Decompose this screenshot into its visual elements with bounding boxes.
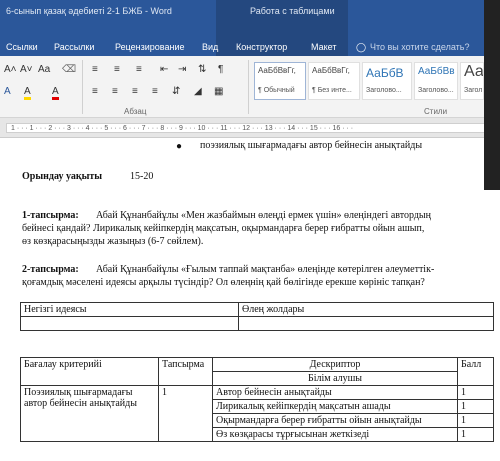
task2-line: Абай Құнанбайұлы «Ғылым таппай мақтанба»…	[96, 264, 435, 275]
style-name: ¶ Обычный	[258, 87, 295, 94]
sub-header[interactable]: Білім алушы	[212, 371, 458, 386]
time-label: Орындау уақыты	[22, 171, 103, 182]
style-sample: Аа	[464, 63, 484, 80]
score-cell[interactable]: 1	[457, 413, 494, 428]
tab-layout[interactable]: Макет	[311, 42, 336, 52]
style-heading1[interactable]: АаБбВ Заголово...	[362, 62, 412, 100]
style-name: Заголово...	[366, 87, 402, 94]
style-sample: АаБбВвГг,	[312, 66, 350, 75]
header-score[interactable]: Балл	[457, 357, 494, 386]
align-center-icon[interactable]: ≡	[112, 86, 118, 97]
criterion-cell[interactable]: Поэзиялық шығармадағы автор бейнесін аны…	[20, 385, 159, 442]
context-title: Работа с таблицами	[250, 6, 335, 16]
table-cell[interactable]	[20, 316, 239, 331]
font-shrink-icon[interactable]: A˅	[20, 64, 33, 75]
bullets-icon[interactable]: ≡	[92, 64, 98, 75]
score-cell[interactable]: 1	[457, 385, 494, 400]
group-label-paragraph: Абзац	[124, 107, 147, 116]
header-task[interactable]: Тапсырма	[158, 357, 213, 386]
style-no-spacing[interactable]: АаБбВвГг, ¶ Без инте...	[308, 62, 360, 100]
ribbon-tabs: Ссылки Рассылки Рецензирование Вид Конст…	[0, 38, 500, 56]
style-sample: АаБбВвГг,	[258, 66, 296, 75]
divider	[248, 60, 249, 114]
increase-indent-icon[interactable]: ⇥	[178, 64, 186, 75]
style-normal[interactable]: АаБбВвГг, ¶ Обычный	[254, 62, 306, 100]
score-cell[interactable]: 1	[457, 427, 494, 442]
bullet-text: поэзиялық шығармадағы автор бейнесін аны…	[200, 140, 423, 151]
highlight-icon[interactable]: A	[24, 86, 31, 100]
lightbulb-icon: ◯	[356, 42, 367, 52]
borders-icon[interactable]: ▦	[214, 86, 223, 97]
tab-design[interactable]: Конструктор	[236, 42, 287, 52]
style-title[interactable]: Аа Загол	[460, 62, 484, 100]
time-value: 15-20	[130, 171, 154, 182]
assessment-table: Бағалау критерийі Тапсырма Дескриптор Ба…	[20, 357, 494, 442]
ribbon: A˄ A˅ Aa ⌫ A A A ≡ ≡ ≡ ⇤ ⇥ ⇅ ¶ ≡ ≡ ≡ ≡ ⇵…	[0, 56, 500, 118]
task-number-cell[interactable]: 1	[158, 385, 213, 442]
task2-label: 2-тапсырма:	[22, 264, 79, 275]
table-header-lines[interactable]: Өлең жолдары	[238, 302, 494, 317]
task1-label: 1-тапсырма:	[22, 210, 79, 221]
descriptor-cell[interactable]: Өз көзқарасы тұрғысынан жеткізеді	[212, 427, 458, 442]
style-sample: АаБбВв	[418, 66, 455, 77]
sort-icon[interactable]: ⇅	[198, 64, 206, 75]
style-name: Загол	[464, 87, 483, 94]
descriptor-cell[interactable]: Лирикалық кейіпкердің мақсатын ашады	[212, 399, 458, 414]
text-effects-icon[interactable]: A	[4, 86, 11, 97]
context-title-area: Работа с таблицами	[216, 0, 348, 38]
task1-line: өз көзқарасыңызды жазыңыз (6-7 сөйлем).	[22, 236, 204, 247]
document-page: ● поэзиялық шығармадағы автор бейнесін а…	[0, 138, 500, 461]
align-left-icon[interactable]: ≡	[92, 86, 98, 97]
change-case-icon[interactable]: Aa	[38, 64, 50, 75]
tab-references[interactable]: Ссылки	[6, 42, 38, 52]
score-cell[interactable]: 1	[457, 399, 494, 414]
tab-review[interactable]: Рецензирование	[115, 42, 185, 52]
multilevel-list-icon[interactable]: ≡	[136, 64, 142, 75]
screen-edge	[484, 0, 500, 190]
shading-icon[interactable]: ◢	[194, 86, 202, 97]
table-row: Поэзиялық шығармадағы автор бейнесін аны…	[20, 385, 494, 442]
task1-line: Абай Құнанбайұлы «Мен жазбаймын өлеңді е…	[96, 210, 431, 221]
bullet-icon: ●	[176, 141, 183, 152]
align-right-icon[interactable]: ≡	[132, 86, 138, 97]
table-header-idea[interactable]: Негізгі идеясы	[20, 302, 239, 317]
decrease-indent-icon[interactable]: ⇤	[160, 64, 168, 75]
font-color-swatch: A	[52, 86, 59, 100]
style-name: ¶ Без инте...	[312, 87, 352, 94]
style-name: Заголово...	[418, 87, 454, 94]
group-label-styles: Стили	[424, 107, 448, 116]
style-heading2[interactable]: АаБбВв Заголово...	[414, 62, 458, 100]
ruler-bar[interactable]: 1 · · · 1 · · · 2 · · · 3 · · · 4 · · · …	[6, 123, 494, 133]
style-sample: АаБбВ	[366, 66, 404, 80]
paragraph-mark-icon[interactable]: ¶	[218, 64, 223, 75]
descriptor-cell[interactable]: Оқырмандарға берер ғибратты ойын анықтай…	[212, 413, 458, 428]
tab-view[interactable]: Вид	[202, 42, 218, 52]
table-cell[interactable]	[238, 316, 494, 331]
highlight-swatch: A	[24, 86, 31, 100]
title-bar: 6-сынып қазақ әдебиеті 2-1 БЖБ - Word Ра…	[0, 0, 500, 38]
line-spacing-icon[interactable]: ⇵	[172, 86, 180, 97]
header-descriptor[interactable]: Дескриптор	[212, 357, 458, 372]
document-title: 6-сынып қазақ әдебиеті 2-1 БЖБ - Word	[6, 6, 172, 16]
task2-line: қоғамдық мәселені идеясы арқылы түсіндір…	[22, 277, 425, 288]
task1-line: бейнесі қандай? Лирикалық кейіпкердің ма…	[22, 223, 425, 234]
tab-mailings[interactable]: Рассылки	[54, 42, 94, 52]
numbering-icon[interactable]: ≡	[114, 64, 120, 75]
header-criterion[interactable]: Бағалау критерийі	[20, 357, 159, 386]
idea-table: Негізгі идеясы Өлең жолдары	[20, 302, 494, 331]
clear-format-icon[interactable]: ⌫	[62, 64, 76, 75]
ruler: 1 · · · 1 · · · 2 · · · 3 · · · 4 · · · …	[0, 118, 500, 138]
font-grow-icon[interactable]: A˄	[4, 64, 17, 75]
justify-icon[interactable]: ≡	[152, 86, 158, 97]
tell-me-input[interactable]: Что вы хотите сделать?	[370, 42, 470, 52]
font-color-icon[interactable]: A	[52, 86, 59, 100]
descriptor-cell[interactable]: Автор бейнесін анықтайды	[212, 385, 458, 400]
divider	[82, 60, 83, 114]
